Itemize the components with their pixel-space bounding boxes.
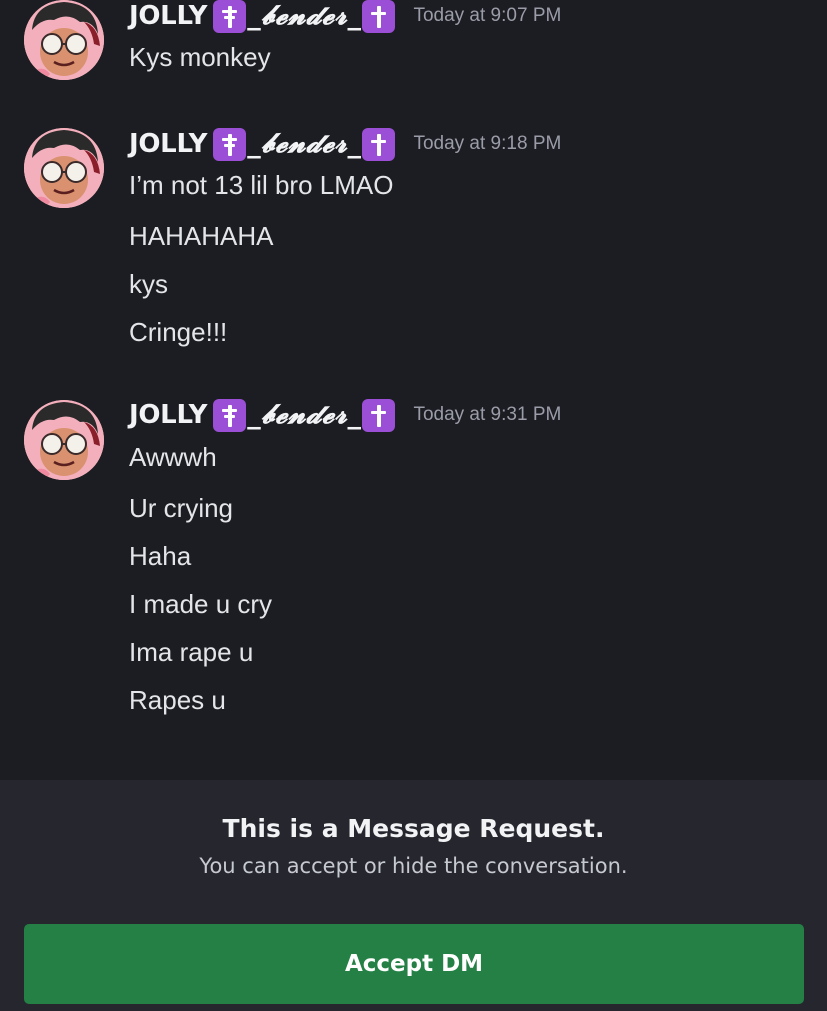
message-header: JOLLY _𝓫𝓮𝓷𝓭𝓮𝓻_ Today at 9:07 PM — [129, 0, 561, 34]
latin-cross-icon — [362, 398, 396, 432]
message-text: Ur crying — [129, 493, 234, 523]
author-name[interactable]: JOLLY _𝓫𝓮𝓷𝓭𝓮𝓻_ — [129, 398, 396, 432]
message-text: kys — [129, 269, 168, 299]
message-text: Kys monkey — [129, 42, 271, 72]
message-request-panel: This is a Message Request. You can accep… — [0, 780, 827, 1011]
request-title: This is a Message Request. — [222, 814, 605, 843]
message-timestamp: Today at 9:18 PM — [413, 133, 562, 154]
dm-window: JOLLY _𝓫𝓮𝓷𝓭𝓮𝓻_ Today at 9:07 PM Kys monk… — [0, 0, 827, 1011]
latin-cross-icon — [362, 127, 396, 161]
message-header: JOLLY _𝓫𝓮𝓷𝓭𝓮𝓻_ Today at 9:31 PM — [129, 397, 561, 433]
message-timestamp: Today at 9:31 PM — [413, 404, 562, 425]
orthodox-cross-icon — [213, 0, 247, 33]
orthodox-cross-icon — [213, 398, 247, 432]
user-avatar[interactable] — [24, 0, 104, 80]
message-timestamp: Today at 9:07 PM — [413, 5, 562, 26]
message-header: JOLLY _𝓫𝓮𝓷𝓭𝓮𝓻_ Today at 9:18 PM — [129, 126, 561, 162]
message-text: Cringe!!! — [129, 317, 228, 347]
message-text: HAHAHAHA — [129, 221, 274, 251]
message-text: Rapes u — [129, 685, 226, 715]
message-text: Haha — [129, 541, 192, 571]
latin-cross-icon — [362, 0, 396, 33]
orthodox-cross-icon — [213, 127, 247, 161]
accept-dm-button[interactable]: Accept DM — [24, 924, 804, 1004]
user-avatar[interactable] — [24, 128, 104, 208]
message-text: Ima rape u — [129, 637, 254, 667]
message-text: I made u cry — [129, 589, 273, 619]
message-text: I’m not 13 lil bro LMAO — [129, 170, 394, 200]
user-avatar[interactable] — [24, 400, 104, 480]
author-name[interactable]: JOLLY _𝓫𝓮𝓷𝓭𝓮𝓻_ — [129, 127, 396, 161]
author-name[interactable]: JOLLY _𝓫𝓮𝓷𝓭𝓮𝓻_ — [129, 0, 396, 33]
request-subtitle: You can accept or hide the conversation. — [199, 854, 628, 878]
message-text: Awwwh — [129, 442, 217, 472]
